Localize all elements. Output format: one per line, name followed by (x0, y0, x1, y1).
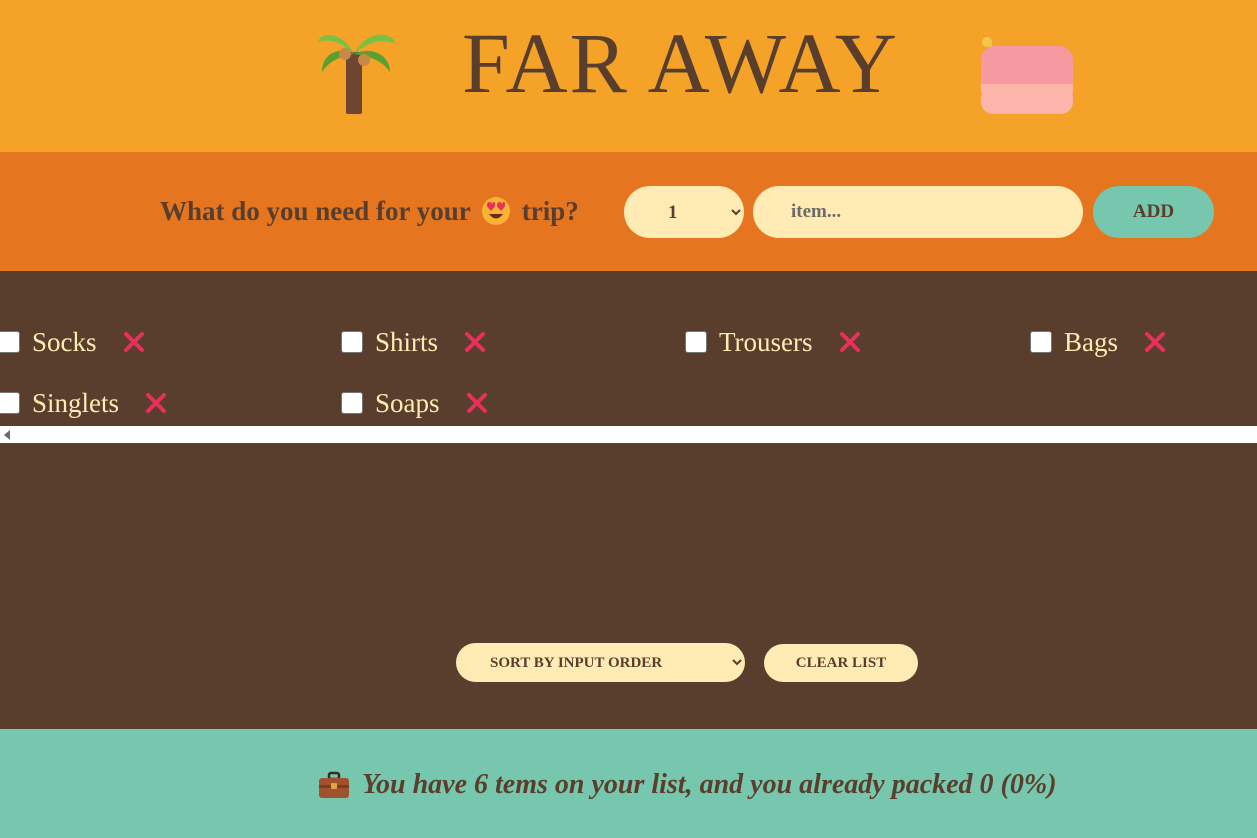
list-item: Socks (0, 322, 147, 362)
add-button[interactable]: ADD (1093, 186, 1214, 238)
form-question: What do you need for your trip? (160, 196, 579, 227)
delete-icon[interactable] (462, 329, 488, 355)
question-text-end: trip? (521, 196, 579, 226)
delete-icon[interactable] (1142, 329, 1168, 355)
packed-checkbox[interactable] (341, 331, 363, 353)
list-item: Soaps (341, 383, 490, 423)
add-item-form: What do you need for your trip? 1 ADD (0, 152, 1257, 271)
delete-icon[interactable] (143, 390, 169, 416)
packing-list: Socks Shirts Trousers Bags Singlets Soap… (0, 271, 1257, 729)
packed-checkbox[interactable] (341, 392, 363, 414)
list-item: Singlets (0, 383, 169, 423)
sort-select[interactable]: SORT BY INPUT ORDER (456, 643, 745, 682)
briefcase-icon (319, 771, 349, 798)
item-label: Socks (32, 326, 97, 357)
item-label: Soaps (375, 387, 440, 418)
delete-icon[interactable] (121, 329, 147, 355)
smiling-face-with-heart-eyes-icon (482, 197, 511, 225)
clear-list-button[interactable]: CLEAR LIST (764, 644, 918, 682)
list-item: Bags (1030, 322, 1168, 362)
delete-icon[interactable] (464, 390, 490, 416)
app-header: FAR AWAY (0, 0, 1257, 152)
packed-checkbox[interactable] (0, 392, 20, 414)
packed-checkbox[interactable] (685, 331, 707, 353)
delete-icon[interactable] (837, 329, 863, 355)
scroll-left-arrow-icon[interactable] (4, 430, 10, 440)
item-label: Shirts (375, 326, 439, 357)
palm-tree-icon (318, 34, 396, 114)
horizontal-scrollbar[interactable] (0, 426, 1257, 443)
item-label: Singlets (32, 387, 120, 418)
packed-checkbox[interactable] (0, 331, 20, 353)
pouch-icon (981, 37, 1073, 114)
item-label: Bags (1064, 326, 1118, 357)
quantity-select[interactable]: 1 (624, 186, 744, 238)
stats-message: You have 6 tems on your list, and you al… (318, 769, 1057, 801)
list-item: Trousers (685, 322, 863, 362)
stats-text: You have 6 tems on your list, and you al… (362, 769, 1057, 800)
question-text-start: What do you need for your (160, 196, 471, 226)
packed-checkbox[interactable] (1030, 331, 1052, 353)
item-input[interactable] (753, 186, 1083, 238)
list-item: Shirts (341, 322, 488, 362)
app-title: FAR AWAY (462, 15, 899, 111)
item-label: Trousers (719, 326, 813, 357)
stats-footer: You have 6 tems on your list, and you al… (0, 729, 1257, 838)
